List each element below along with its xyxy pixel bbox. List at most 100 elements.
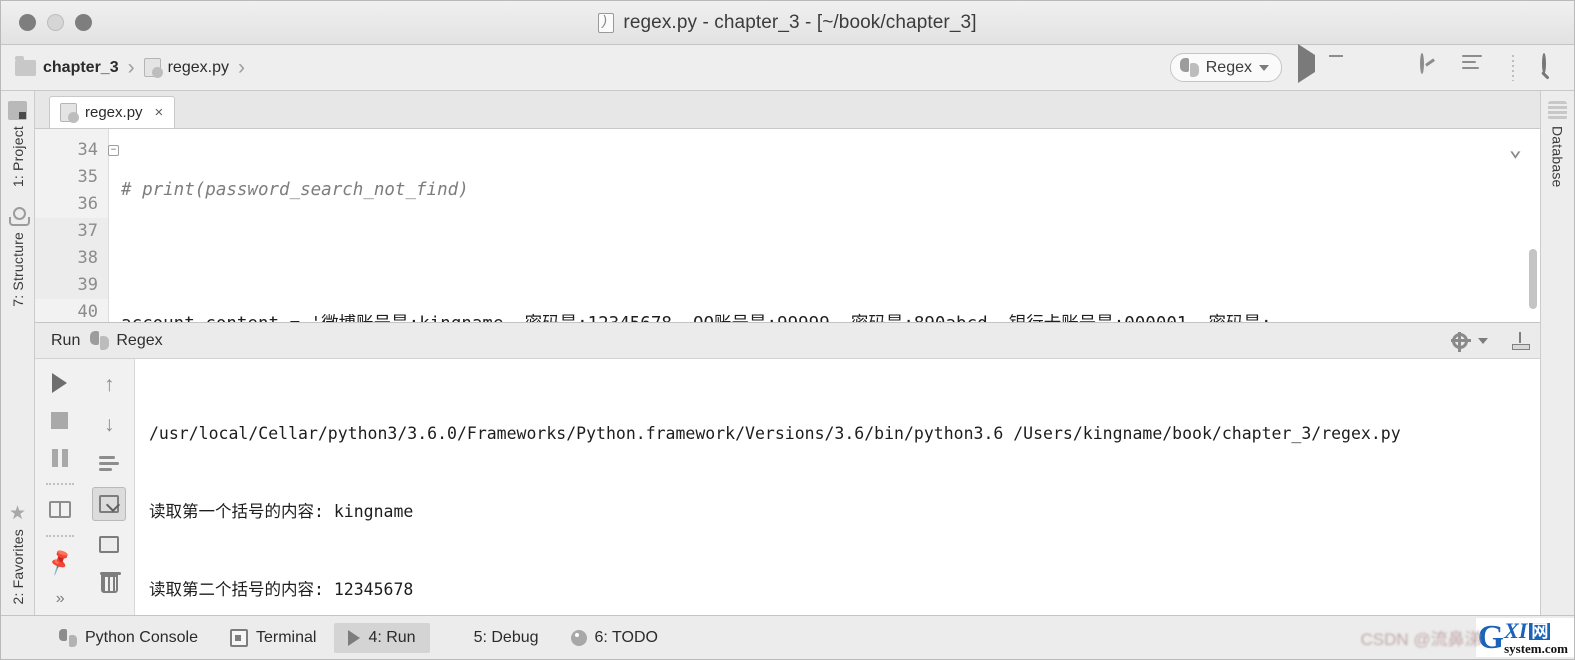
line-number: 37	[35, 218, 108, 245]
sidebar-item-favorites[interactable]: 2: Favorites ★	[8, 494, 27, 615]
gxi-logo-right: XI 网 system.com	[1504, 618, 1568, 656]
line-number: 34−	[35, 137, 119, 164]
scroll-up-icon[interactable]: ↑	[92, 367, 126, 401]
gxi-logo-xi: XI	[1504, 618, 1528, 643]
statusbar-button-run[interactable]: 4: Run	[334, 622, 430, 653]
statusbar-button-label: Terminal	[255, 628, 317, 646]
csdn-watermark-text: CSDN @流鼻涕	[1360, 630, 1482, 649]
statusbar-button-terminal[interactable]: Terminal	[216, 623, 330, 653]
settings-gear-icon[interactable]	[1451, 331, 1471, 352]
run-configuration-selector[interactable]: Regex	[1169, 53, 1282, 82]
chevron-down-icon	[1259, 64, 1269, 71]
chevron-down-icon[interactable]	[1478, 337, 1488, 344]
coverage-icon[interactable]	[1378, 55, 1404, 81]
editor-and-run-column: regex.py × 34− 35 36 37 38 39 40 # print…	[35, 91, 1540, 615]
left-tool-rail: 1: Project 7: Structure 2: Favorites ★	[1, 91, 35, 615]
code-text-area[interactable]: # print(password_search_not_find) accoun…	[109, 129, 1540, 322]
line-number: 40	[77, 302, 98, 322]
code-line: # print(password_search_not_find)	[121, 180, 469, 200]
breadcrumb-separator: ›	[127, 55, 135, 79]
more-icon[interactable]: »	[43, 583, 77, 615]
line-number: 35	[77, 167, 98, 187]
pause-icon[interactable]	[43, 442, 77, 474]
maximize-button[interactable]	[75, 14, 92, 31]
close-icon[interactable]: ×	[155, 104, 164, 121]
attach-icon[interactable]	[1462, 54, 1488, 81]
sidebar-item-database[interactable]: Database	[1548, 91, 1567, 198]
run-window-tab-label: Regex	[116, 331, 163, 349]
run-toolbar-column-right: ↑ ↓	[85, 359, 135, 615]
line-number: 38	[35, 245, 108, 272]
print-icon[interactable]	[92, 527, 126, 561]
terminal-icon	[229, 628, 248, 647]
python-file-icon	[598, 12, 615, 33]
run-window-toolbar: 📌 » ↑ ↓	[35, 359, 135, 615]
gxi-logo-system: system.com	[1504, 641, 1568, 656]
debug-icon[interactable]	[1336, 55, 1362, 81]
scroll-down-icon[interactable]: ↓	[92, 407, 126, 441]
breadcrumb-item-regexpy[interactable]: regex.py	[143, 58, 229, 78]
line-number: 36	[77, 194, 98, 214]
right-tool-rail: Database	[1540, 91, 1574, 615]
toolbar-divider	[45, 534, 74, 537]
python-file-icon	[143, 58, 163, 78]
structure-icon	[8, 207, 30, 227]
python-file-icon	[60, 103, 79, 123]
minimize-button[interactable]	[47, 14, 64, 31]
statusbar-button-python-console[interactable]: Python Console	[45, 623, 212, 653]
stop-icon[interactable]	[43, 405, 77, 437]
statusbar-button-label: Python Console	[85, 628, 198, 646]
sidebar-item-structure[interactable]: 7: Structure	[8, 197, 30, 317]
console-line: 读取第一个括号的内容: kingname	[149, 502, 414, 521]
run-small-icon	[348, 629, 361, 646]
python-logo-icon	[90, 331, 110, 350]
search-icon[interactable]	[1538, 52, 1564, 81]
breadcrumb-label: regex.py	[167, 58, 229, 76]
statusbar-button-label: 6: TODO	[594, 628, 658, 646]
window-title: regex.py - chapter_3 - [~/book/chapter_3…	[623, 11, 977, 33]
breadcrumb-item-chapter3[interactable]: chapter_3	[15, 55, 119, 77]
sidebar-item-label: 7: Structure	[9, 232, 26, 307]
filter-icon[interactable]	[92, 447, 126, 481]
database-icon	[1548, 101, 1567, 120]
star-icon: ★	[8, 503, 27, 525]
main-body: 1: Project 7: Structure 2: Favorites ★ r…	[1, 91, 1574, 615]
navigation-bar: chapter_3 › regex.py › Regex	[1, 43, 1574, 91]
pin-icon[interactable]: 📌	[43, 546, 77, 578]
statusbar-button-todo[interactable]: 6: TODO	[557, 623, 672, 653]
code-editor[interactable]: 34− 35 36 37 38 39 40 # print(password_s…	[35, 129, 1540, 322]
console-output[interactable]: /usr/local/Cellar/python3/3.6.0/Framewor…	[135, 359, 1540, 615]
todo-icon	[570, 629, 587, 646]
statusbar-button-label: 5: Debug	[473, 628, 539, 646]
breadcrumb-separator: ›	[237, 55, 245, 79]
sidebar-item-label: Database	[1549, 126, 1566, 188]
hide-icon[interactable]	[1512, 331, 1530, 350]
title-bar: regex.py - chapter_3 - [~/book/chapter_3…	[1, 1, 1574, 45]
traffic-lights	[1, 14, 92, 31]
export-icon[interactable]	[92, 487, 127, 521]
line-number: 39	[35, 272, 108, 299]
project-icon	[8, 101, 27, 120]
chevron-down-icon[interactable]: ⌄	[1509, 139, 1522, 161]
rerun-icon[interactable]	[43, 367, 77, 399]
watermark: CSDN @流鼻涕 G XI 网 system.com	[1360, 618, 1574, 657]
run-icon[interactable]	[1294, 43, 1320, 83]
close-button[interactable]	[19, 14, 36, 31]
editor-vertical-scrollbar[interactable]	[1529, 249, 1537, 309]
editor-tab-regexpy[interactable]: regex.py ×	[49, 96, 176, 128]
pycharm-window: regex.py - chapter_3 - [~/book/chapter_3…	[0, 0, 1575, 660]
layout-icon[interactable]	[43, 494, 77, 526]
breadcrumb-label: chapter_3	[43, 58, 119, 76]
run-toolbar-column-left: 📌 »	[35, 359, 85, 615]
line-number-gutter: 34− 35 36 37 38 39 40	[35, 129, 119, 322]
profile-icon[interactable]	[1420, 52, 1446, 81]
toolbar-divider	[1512, 54, 1514, 81]
sidebar-item-project[interactable]: 1: Project	[8, 91, 27, 197]
run-window-tab-regex[interactable]: Regex	[90, 331, 163, 350]
trash-icon[interactable]	[92, 567, 126, 601]
toolbar-divider	[45, 483, 74, 486]
editor-tab-label: regex.py	[85, 104, 143, 121]
statusbar-button-debug[interactable]: 5: Debug	[434, 623, 553, 653]
debug-small-icon	[448, 629, 466, 647]
gxi-logo: G XI 网 system.com	[1475, 618, 1574, 657]
